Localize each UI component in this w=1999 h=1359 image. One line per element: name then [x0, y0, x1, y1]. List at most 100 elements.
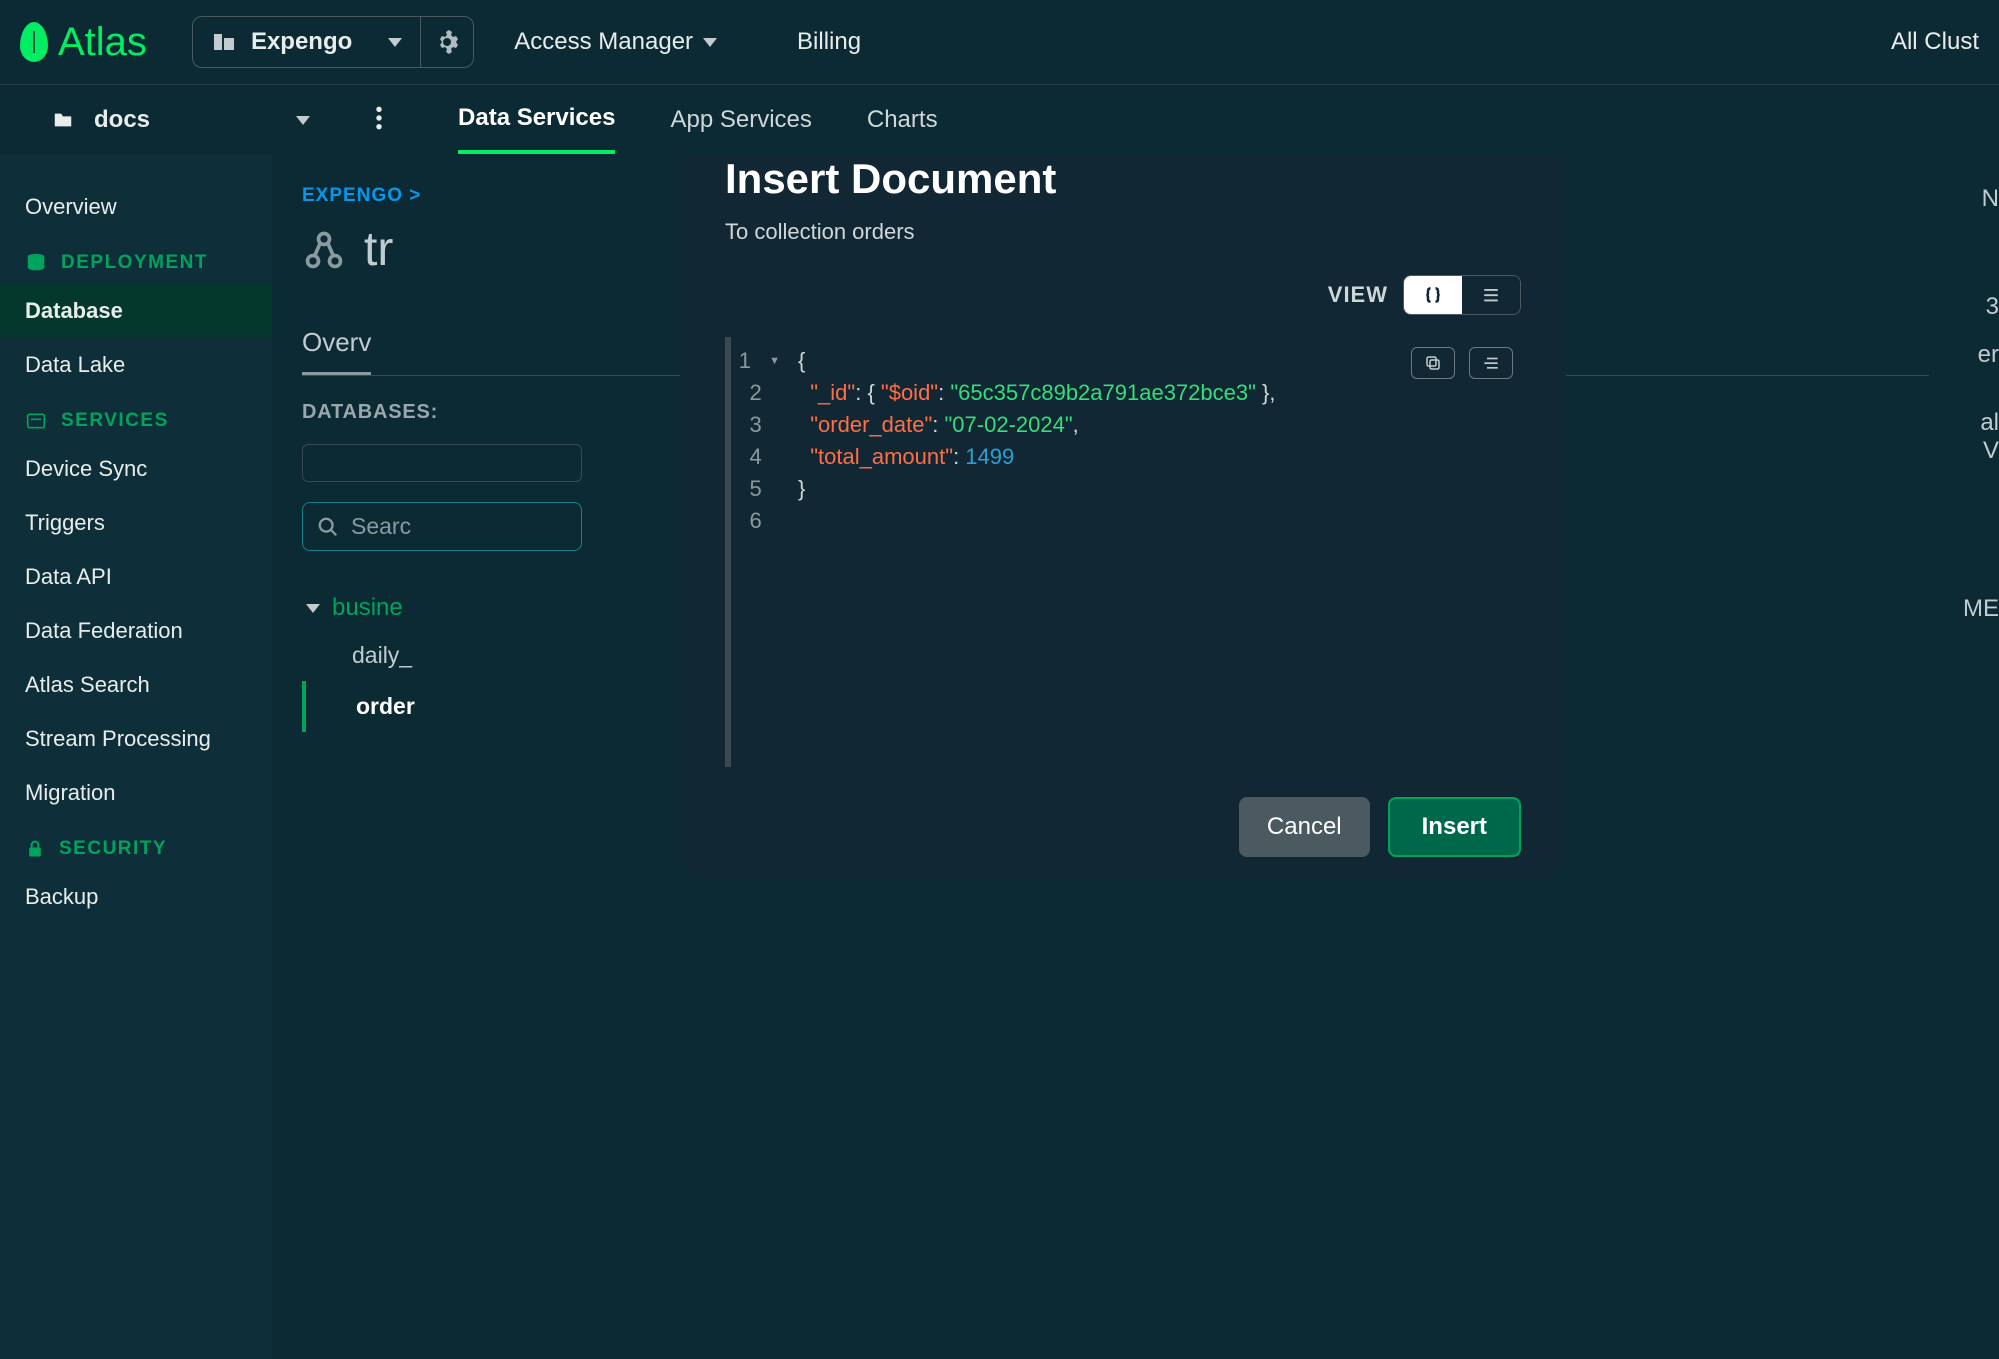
- deployment-label: DEPLOYMENT: [61, 252, 208, 274]
- project-menu-button[interactable]: [375, 105, 383, 136]
- db-label: busine: [332, 594, 403, 622]
- body: Overview DEPLOYMENT Database Data Lake S…: [0, 155, 1999, 1359]
- org-name: Expengo: [251, 28, 352, 56]
- sidebar-item-datalake[interactable]: Data Lake: [0, 338, 272, 392]
- billing-label: Billing: [797, 28, 861, 56]
- chevron-down-icon: [388, 38, 402, 47]
- leaf-icon: [20, 22, 48, 62]
- sidebar-header-deployment: DEPLOYMENT: [0, 234, 272, 284]
- copy-icon: [1424, 354, 1442, 372]
- tab-app-services[interactable]: App Services: [670, 88, 811, 152]
- code-token: "total_amount": [810, 444, 953, 469]
- line-number: 4: [750, 441, 762, 473]
- sidebar-item-database[interactable]: Database: [0, 284, 272, 338]
- code-token: "_id": [810, 380, 855, 405]
- json-editor[interactable]: 1 ▼ 2 3 4 5 6 { "_id": { "$oid": "65c357…: [725, 337, 1521, 767]
- view-toggle-row: VIEW: [725, 275, 1521, 315]
- access-manager-menu[interactable]: Access Manager: [504, 28, 727, 56]
- edge-text: 3: [1959, 293, 1999, 321]
- sidebar-item-migration[interactable]: Migration: [0, 766, 272, 820]
- right-edge-fragment: N 3 er al V ME: [1959, 155, 1999, 1359]
- gear-icon: [435, 30, 459, 54]
- editor-gutter: 1 ▼ 2 3 4 5 6: [731, 337, 786, 767]
- sidebar-item-dataapi[interactable]: Data API: [0, 550, 272, 604]
- org-selector[interactable]: Expengo: [192, 16, 474, 68]
- view-json-button[interactable]: [1404, 276, 1462, 314]
- namespace-search[interactable]: Searc: [302, 502, 582, 551]
- line-number: 3: [750, 409, 762, 441]
- view-list-button[interactable]: [1462, 276, 1520, 314]
- atlas-logo[interactable]: Atlas: [20, 20, 147, 65]
- chevron-down-icon: [296, 116, 310, 125]
- modal-subtitle: To collection orders: [725, 219, 1521, 245]
- code-token: "07-02-2024": [945, 412, 1073, 437]
- sidebar-item-overview[interactable]: Overview: [0, 180, 272, 234]
- view-toggle: [1403, 275, 1521, 315]
- chevron-down-icon: [306, 604, 320, 613]
- main-content: EXPENGO > tr Overv DATABASES: Searc busi…: [272, 155, 1959, 1359]
- org-icon: [211, 30, 237, 54]
- sidebar: Overview DEPLOYMENT Database Data Lake S…: [0, 155, 272, 1359]
- edge-text: er: [1959, 341, 1999, 369]
- fold-icon[interactable]: ▼: [769, 345, 780, 377]
- lock-icon: [25, 838, 45, 860]
- code-token: "65c357c89b2a791ae372bce3": [950, 380, 1256, 405]
- modal-actions: Cancel Insert: [725, 797, 1521, 857]
- create-database-button[interactable]: [302, 444, 582, 482]
- tab-charts[interactable]: Charts: [867, 88, 938, 152]
- modal-title: Insert Document: [725, 155, 1521, 203]
- line-number: 2: [750, 377, 762, 409]
- access-manager-label: Access Manager: [514, 28, 693, 56]
- edge-text: ME: [1959, 595, 1999, 623]
- project-selector[interactable]: docs: [50, 106, 310, 134]
- line-number: 6: [750, 505, 762, 537]
- cancel-button[interactable]: Cancel: [1239, 797, 1370, 857]
- insert-button[interactable]: Insert: [1388, 797, 1521, 857]
- cluster-name: tr: [364, 222, 393, 277]
- services-label: SERVICES: [61, 410, 169, 432]
- subtab-overview[interactable]: Overv: [302, 327, 371, 375]
- database-icon: [25, 252, 47, 274]
- all-clusters-link[interactable]: All Clust: [1891, 28, 1979, 56]
- edge-text: al V: [1959, 409, 1999, 465]
- org-settings-button[interactable]: [420, 16, 473, 68]
- cluster-icon: [302, 228, 346, 272]
- tab-data-services[interactable]: Data Services: [458, 86, 615, 154]
- folder-icon: [50, 109, 76, 131]
- insert-document-modal: Insert Document To collection orders VIE…: [680, 155, 1566, 880]
- dots-vertical-icon: [375, 105, 383, 131]
- sidebar-item-triggers[interactable]: Triggers: [0, 496, 272, 550]
- secondbar: docs Data Services App Services Charts: [0, 85, 1999, 155]
- copy-button[interactable]: [1411, 347, 1455, 379]
- security-label: SECURITY: [59, 838, 167, 860]
- sidebar-item-stream[interactable]: Stream Processing: [0, 712, 272, 766]
- sidebar-item-datafederation[interactable]: Data Federation: [0, 604, 272, 658]
- line-number: 1: [739, 345, 751, 377]
- chevron-down-icon: [703, 38, 717, 47]
- sidebar-item-devicesync[interactable]: Device Sync: [0, 442, 272, 496]
- code-token: "order_date": [810, 412, 932, 437]
- sidebar-header-security: SECURITY: [0, 820, 272, 870]
- editor-code[interactable]: { "_id": { "$oid": "65c357c89b2a791ae372…: [786, 337, 1276, 767]
- format-icon: [1482, 355, 1500, 371]
- list-icon: [1481, 286, 1501, 304]
- search-placeholder: Searc: [351, 513, 411, 540]
- line-number: 5: [750, 473, 762, 505]
- edge-text: N: [1959, 185, 1999, 213]
- services-icon: [25, 411, 47, 431]
- format-button[interactable]: [1469, 347, 1513, 379]
- code-token: 1499: [965, 444, 1014, 469]
- editor-actions: [1411, 347, 1513, 379]
- view-label: VIEW: [1328, 282, 1388, 308]
- sidebar-header-services: SERVICES: [0, 392, 272, 442]
- topbar: Atlas Expengo Access Manager Billing All…: [0, 0, 1999, 85]
- billing-link[interactable]: Billing: [787, 28, 871, 56]
- project-name: docs: [94, 106, 150, 134]
- sidebar-item-backup[interactable]: Backup: [0, 870, 272, 924]
- brand-text: Atlas: [58, 20, 147, 65]
- braces-icon: [1423, 285, 1443, 305]
- sidebar-item-atlassearch[interactable]: Atlas Search: [0, 658, 272, 712]
- org-caret[interactable]: [370, 38, 420, 47]
- search-icon: [317, 516, 339, 538]
- org-inner: Expengo: [193, 28, 370, 56]
